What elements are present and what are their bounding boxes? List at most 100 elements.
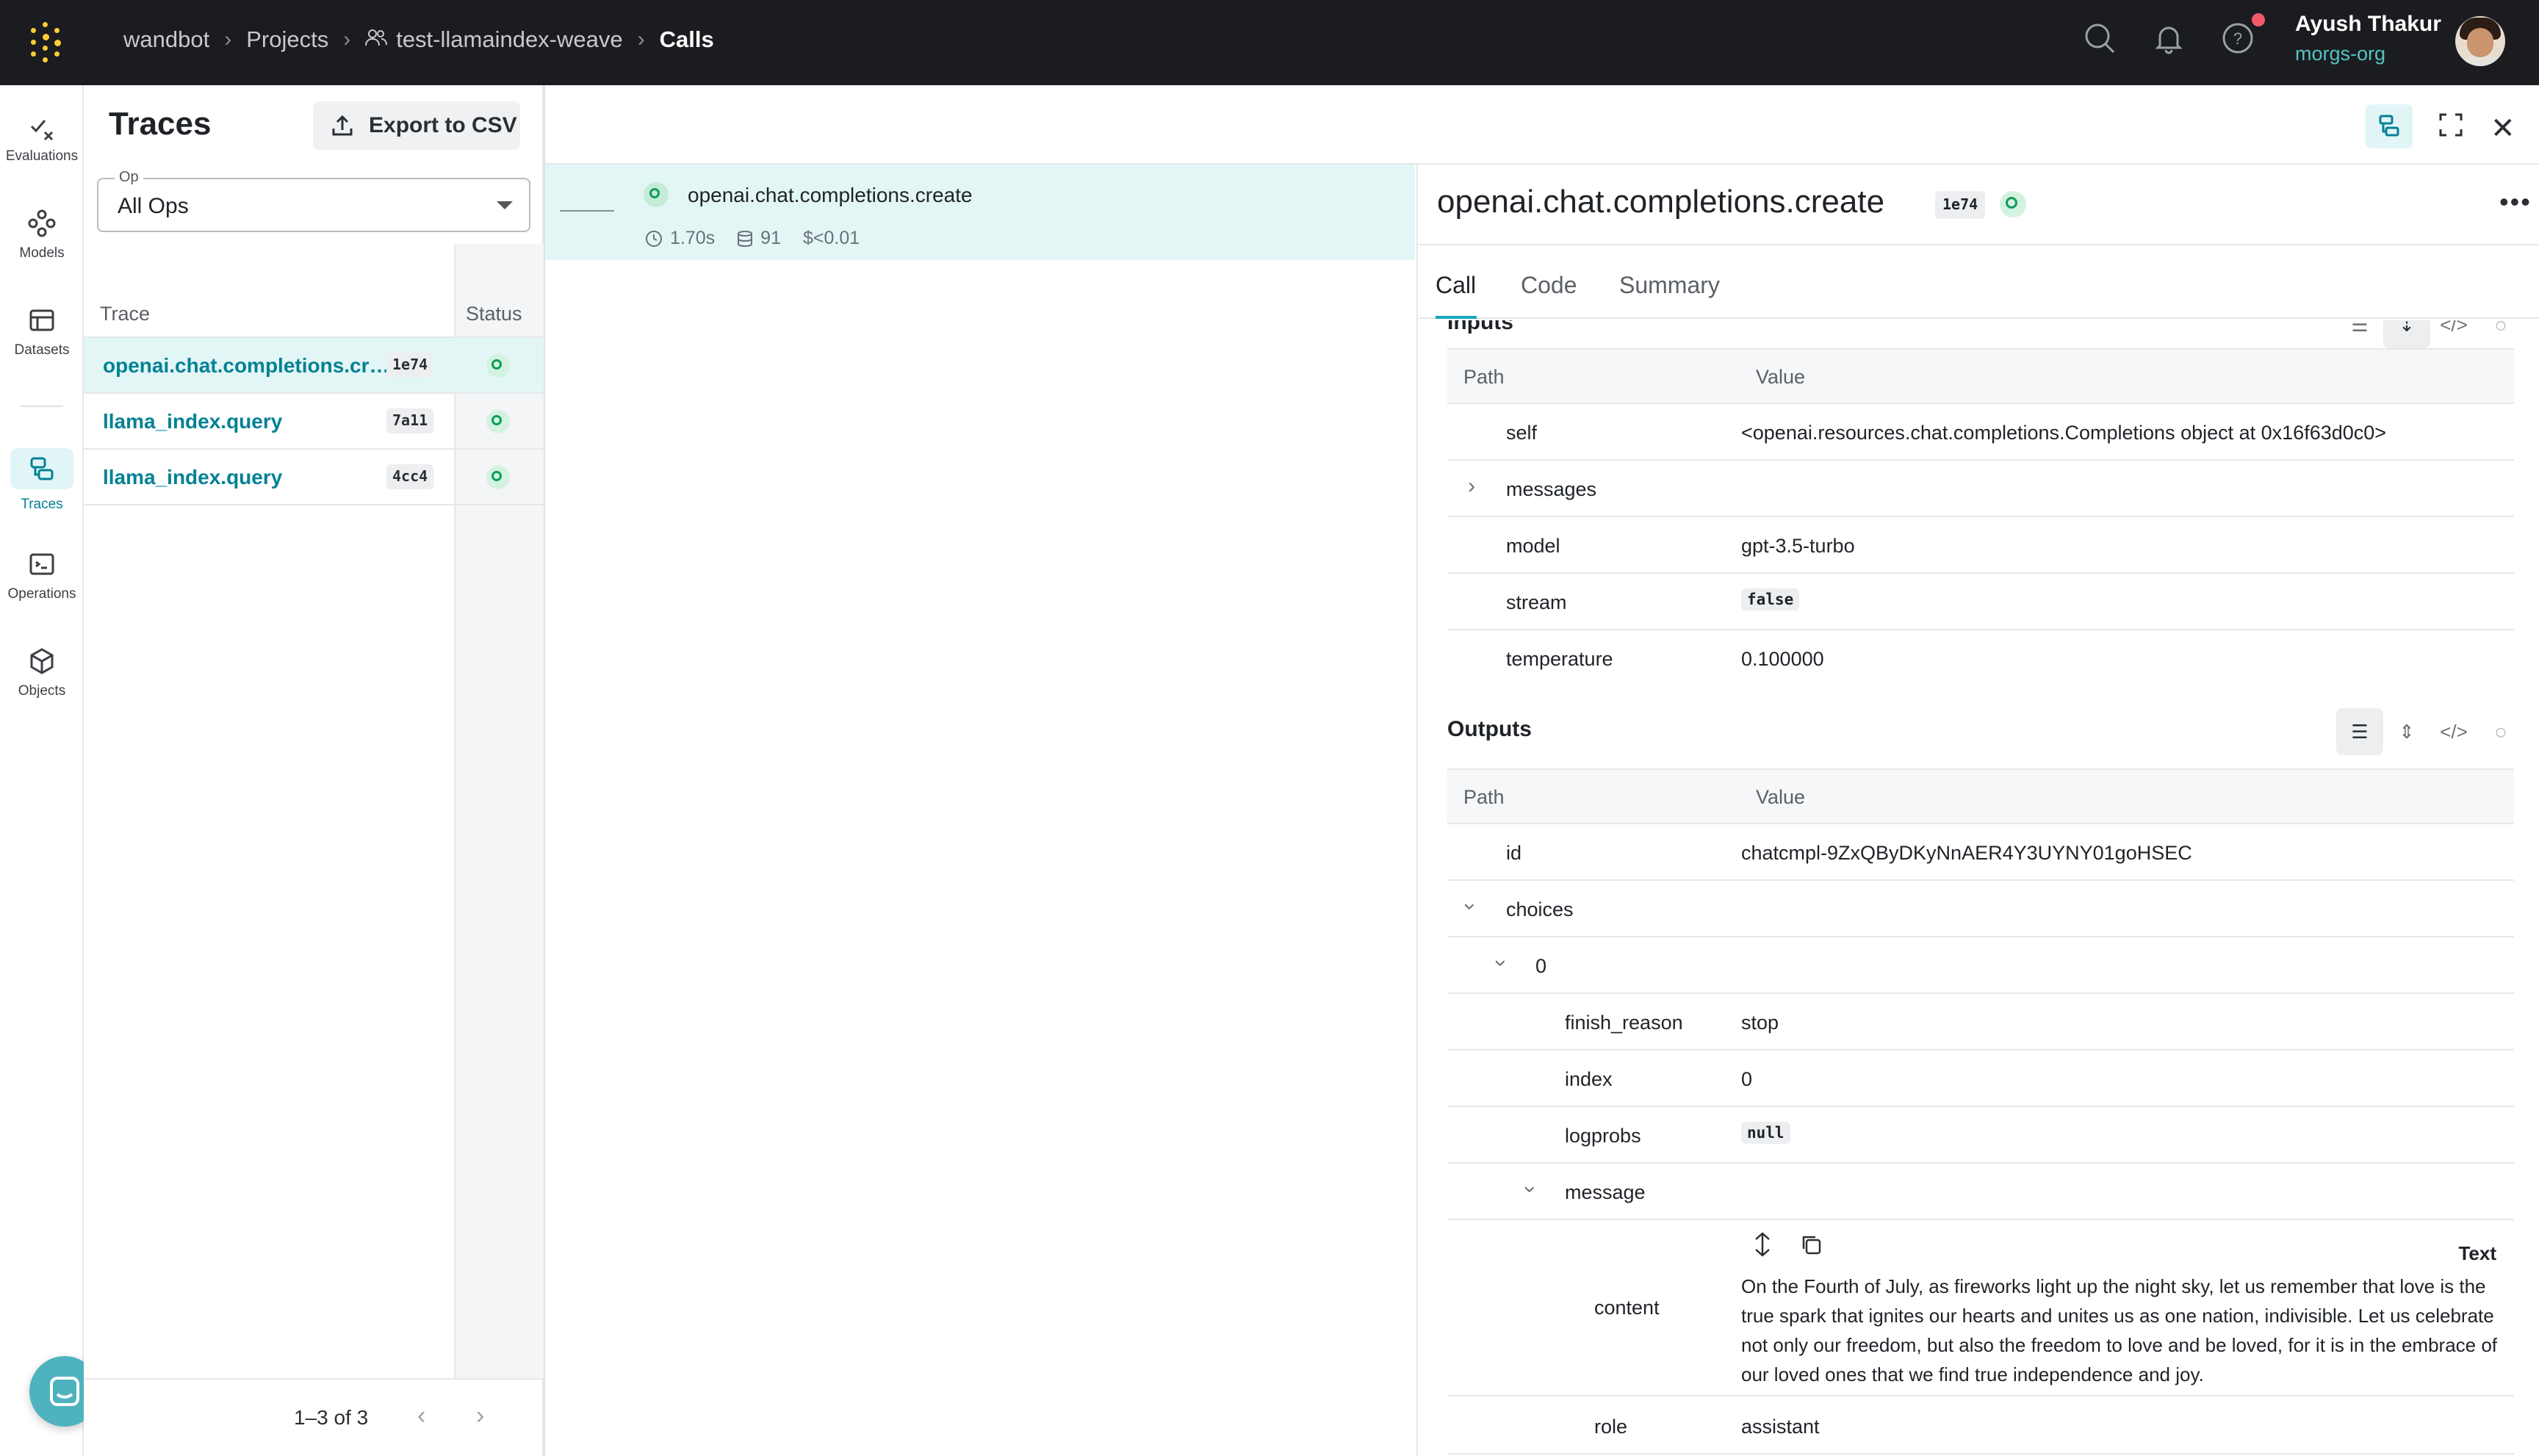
kv-value: null — [1741, 1122, 1790, 1144]
kv-key: stream — [1506, 591, 1567, 613]
op-value: All Ops — [118, 194, 189, 218]
trace-name[interactable]: llama_index.query — [103, 410, 282, 433]
chevron-right-icon[interactable]: › — [1468, 474, 1475, 499]
kv-row-finish-reason[interactable]: finish_reason stop — [1447, 994, 2514, 1050]
expand-all-icon[interactable]: ⇕ — [2383, 708, 2430, 755]
column-header-status[interactable]: Status — [466, 303, 522, 325]
nav-operations[interactable]: Operations — [0, 549, 84, 602]
kv-row-choice-0[interactable]: › 0 — [1447, 937, 2514, 994]
chevron-left-icon[interactable]: ‹ — [417, 1402, 425, 1430]
kv-value: <openai.resources.chat.completions.Compl… — [1741, 422, 2387, 444]
datasets-icon — [27, 306, 57, 335]
copy-icon[interactable] — [1800, 1233, 1822, 1255]
call-drawer: ✕ openai.chat.completions.create 1.70s 9… — [544, 85, 2539, 1456]
kv-value: gpt-3.5-turbo — [1741, 535, 1855, 557]
kv-key: id — [1506, 842, 1522, 864]
hide-icon[interactable]: ◌ — [2477, 320, 2524, 348]
objects-icon — [27, 646, 57, 676]
nav-traces[interactable]: Traces — [0, 448, 84, 513]
table-row[interactable]: llama_index.query 7a11 — [84, 394, 544, 450]
tab-summary[interactable]: Summary — [1619, 272, 1720, 299]
chevron-right-icon[interactable]: › — [476, 1402, 484, 1430]
kv-row-temperature[interactable]: temperature 0.100000 — [1447, 630, 2514, 687]
nav-label: Models — [19, 245, 65, 261]
pager-text: 1–3 of 3 — [294, 1406, 369, 1429]
kv-key: 0 — [1535, 955, 1547, 977]
tab-code[interactable]: Code — [1521, 272, 1577, 299]
user-name[interactable]: Ayush Thakur — [2295, 12, 2441, 37]
kv-row-model[interactable]: model gpt-3.5-turbo — [1447, 517, 2514, 574]
trace-name[interactable]: openai.chat.completions.cre… — [103, 354, 391, 378]
fullscreen-icon[interactable] — [2438, 112, 2464, 142]
tree-row-selected[interactable]: openai.chat.completions.create 1.70s 91 … — [545, 165, 1415, 260]
bell-icon[interactable] — [2153, 22, 2185, 58]
help-icon[interactable]: ? — [2222, 22, 2254, 58]
traces-icon — [2379, 115, 2399, 137]
avatar[interactable] — [2455, 16, 2505, 66]
svg-text:?: ? — [2233, 29, 2242, 48]
tree-connector — [560, 210, 614, 212]
table-row[interactable]: openai.chat.completions.cre… 1e74 — [84, 338, 544, 394]
op-select[interactable]: Op All Ops — [97, 169, 530, 232]
search-icon[interactable] — [2084, 22, 2116, 58]
clock-icon — [646, 230, 662, 247]
kv-row-self[interactable]: self <openai.resources.chat.completions.… — [1447, 404, 2514, 461]
breadcrumb-projects[interactable]: Projects — [246, 26, 328, 53]
more-options-icon[interactable]: ••• — [2499, 187, 2532, 217]
nav-label: Evaluations — [5, 148, 79, 164]
models-icon — [27, 209, 57, 238]
nav-datasets[interactable]: Datasets — [0, 306, 84, 358]
token-count: 91 — [760, 228, 781, 248]
kv-key: choices — [1506, 898, 1574, 920]
kv-row-choices[interactable]: › choices — [1447, 881, 2514, 937]
cost: $<0.01 — [802, 228, 860, 248]
table-row[interactable]: llama_index.query 4cc4 — [84, 450, 544, 505]
kv-key: temperature — [1506, 648, 1613, 670]
call-tree: openai.chat.completions.create 1.70s 91 … — [545, 165, 1418, 1456]
left-nav: Evaluations Models Datasets Traces Opera… — [0, 85, 84, 1456]
breadcrumb-project[interactable]: test-llamaindex-weave — [396, 26, 622, 53]
kv-key: index — [1565, 1068, 1613, 1090]
traces-panel: Traces Export to CSV Op All Ops Trace St… — [84, 85, 544, 1456]
content-format-label[interactable]: Text — [2458, 1242, 2496, 1265]
kv-key: logprobs — [1565, 1125, 1641, 1147]
chevron-down-icon[interactable]: › — [1518, 1186, 1543, 1193]
nav-label: Operations — [7, 586, 76, 602]
kv-key: model — [1506, 535, 1560, 557]
tree-view-toggle[interactable] — [2366, 104, 2413, 148]
nav-models[interactable]: Models — [0, 209, 84, 262]
list-view-icon[interactable]: ☰ — [2336, 708, 2383, 755]
column-header-trace[interactable]: Trace — [100, 303, 150, 325]
trace-name[interactable]: llama_index.query — [103, 466, 282, 489]
nav-objects[interactable]: Objects — [0, 646, 84, 699]
kv-value: false — [1741, 588, 1800, 610]
kv-row-message[interactable]: › message — [1447, 1164, 2514, 1220]
breadcrumb-wandbot[interactable]: wandbot — [123, 26, 209, 53]
kv-row-logprobs[interactable]: logprobs null — [1447, 1107, 2514, 1164]
chevron-down-icon[interactable]: › — [1488, 959, 1513, 967]
hide-icon[interactable]: ◌ — [2477, 708, 2524, 755]
wandb-logo-icon[interactable] — [28, 21, 72, 65]
tab-call[interactable]: Call — [1436, 272, 1476, 299]
code-view-icon[interactable]: </> — [2430, 708, 2477, 755]
value-header: Value — [1756, 366, 1806, 388]
close-icon[interactable]: ✕ — [2491, 112, 2515, 145]
kv-key: finish_reason — [1565, 1012, 1683, 1034]
kv-row-role[interactable]: role assistant — [1447, 1398, 2514, 1455]
kv-row-index[interactable]: index 0 — [1447, 1050, 2514, 1107]
kv-row-content[interactable]: content Text On the Fourth of July, as f… — [1447, 1220, 2514, 1396]
operations-icon — [27, 549, 57, 579]
call-detail: openai.chat.completions.create 1e74 ••• … — [1419, 165, 2539, 1456]
path-header: Path — [1463, 366, 1505, 388]
nav-evaluations[interactable]: Evaluations — [0, 112, 84, 165]
kv-row-id[interactable]: id chatcmpl-9ZxQByDKyNnAER4Y3UYNY01goHSE… — [1447, 824, 2514, 881]
export-csv-button[interactable]: Export to CSV — [313, 101, 520, 150]
kv-row-messages[interactable]: › messages — [1447, 461, 2514, 517]
org-name[interactable]: morgs-org — [2295, 43, 2385, 65]
chevron-down-icon[interactable]: › — [1458, 903, 1483, 910]
list-view-icon[interactable]: ☰ — [2336, 320, 2383, 348]
wrap-text-icon[interactable] — [1751, 1232, 1773, 1257]
code-view-icon[interactable]: </> — [2430, 320, 2477, 348]
expand-all-icon[interactable]: ⇣ — [2383, 320, 2430, 348]
kv-row-stream[interactable]: stream false — [1447, 574, 2514, 630]
